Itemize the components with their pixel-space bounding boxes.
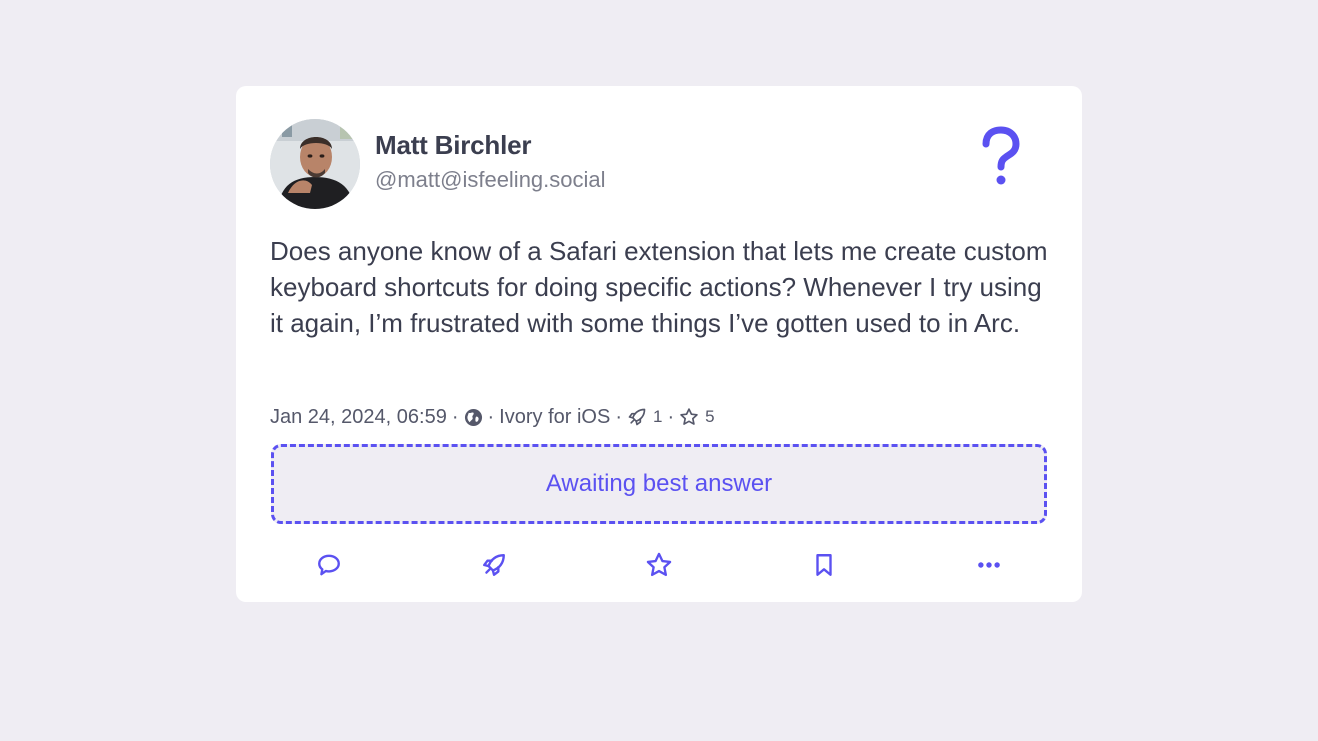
favourite-small-icon [679, 407, 699, 427]
favourite-icon [646, 552, 672, 577]
boost-small-icon [627, 407, 647, 427]
boost-icon [483, 554, 505, 576]
more-icon [978, 562, 1000, 568]
question-mark-icon [978, 126, 1024, 188]
bookmark-icon [816, 554, 832, 576]
meta-separator: · [451, 405, 459, 428]
action-bar [236, 548, 1082, 582]
meta-separator: · [615, 405, 622, 428]
post-client: Ivory for iOS [499, 405, 611, 428]
awaiting-label: Awaiting best answer [545, 470, 773, 497]
meta-separator: · [667, 405, 675, 428]
bookmark-button[interactable] [807, 548, 841, 582]
reply-button[interactable] [312, 548, 346, 582]
avatar[interactable] [270, 119, 360, 209]
post-timestamp[interactable]: Jan 24, 2024, 06:59 [270, 406, 447, 429]
globe-icon [464, 408, 483, 427]
awaiting-best-answer-box[interactable]: Awaiting best answer [271, 444, 1047, 524]
reply-icon [318, 554, 340, 576]
author-handle[interactable]: @matt@isfeeling.social [375, 167, 606, 193]
post-text: Does anyone know of a Safari extension t… [270, 236, 1048, 338]
favourite-count: 5 [705, 407, 715, 426]
post-meta: Jan 24, 2024, 06:59 · · Ivory for iOS · … [270, 402, 715, 432]
post-card: Matt Birchler @matt@isfeeling.social Doe… [236, 86, 1082, 602]
author-name[interactable]: Matt Birchler [375, 130, 532, 161]
favourite-button[interactable] [642, 548, 676, 582]
more-button[interactable] [972, 548, 1006, 582]
meta-separator: · [487, 405, 495, 428]
boost-count: 1 [652, 407, 663, 426]
boost-button[interactable] [477, 548, 511, 582]
